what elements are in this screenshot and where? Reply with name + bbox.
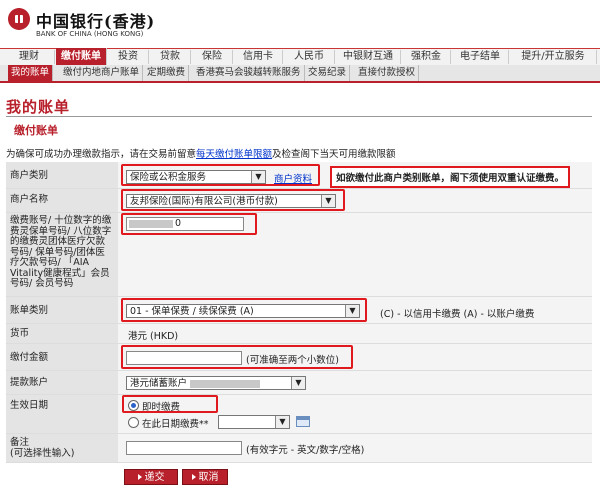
nav-tab-mpf[interactable]: 强积金 (402, 50, 451, 64)
nav-tab-loans[interactable]: 贷款 (150, 50, 191, 64)
label-remarks: 备注 (可选择性输入) (6, 434, 118, 462)
title-divider (6, 116, 592, 117)
highlight-box (121, 298, 367, 322)
row-debit-account: 提款账户 港元储蓄账户 ▼ (6, 371, 592, 395)
nav-tab-insurance[interactable]: 保险 (192, 50, 233, 64)
highlight-box (121, 345, 353, 369)
bill-payment-form: 商户类别 保险或公积金服务 ▼ 商户资料 如欲缴付此商户类别账单，阁下须使用双重认… (6, 162, 592, 500)
limit-notice: 为确保可成功办理缴款指示，请在交易前留意每天缴付账单限额及检查阁下当天可用缴款限… (6, 149, 396, 160)
logo-english-name: BANK OF CHINA (HONG KONG) (36, 30, 144, 38)
header: 中国银行(香港) BANK OF CHINA (HONG KONG) (0, 0, 600, 46)
arrow-right-icon (137, 474, 142, 480)
bank-logo[interactable]: 中国银行(香港) BANK OF CHINA (HONG KONG) (8, 6, 154, 44)
date-select[interactable]: ▼ (218, 415, 290, 429)
row-merchant-name: 商户名称 友邦保险(国际)有限公司(港币付款) ▼ (6, 189, 592, 213)
subnav-transaction-record[interactable]: 交易纪录 (305, 65, 351, 81)
currency-value: 港元 (HKD) (128, 331, 179, 342)
section-title: 缴付账单 (14, 124, 58, 137)
subnav-jockey-club-transfer[interactable]: 香港赛马会骏越转账服务 (193, 65, 305, 81)
cancel-button[interactable]: 取消 (182, 469, 228, 485)
bill-type-legend: (C) - 以信用卡缴费 (A) - 以账户缴费 (380, 309, 535, 320)
nav-tab-wealth-connect[interactable]: 中银财互通 (336, 50, 401, 64)
page-title: 我的账单 (6, 98, 71, 116)
highlight-box (121, 189, 345, 211)
label-effective-date: 生效日期 (6, 395, 118, 433)
nav-tab-wealth[interactable]: 理财 (4, 50, 55, 64)
remarks-hint: (有效字元 - 英文/数字/空格) (246, 445, 365, 456)
arrow-right-icon (191, 474, 196, 480)
subnav-mainland-bills[interactable]: 缴付内地商户账单 (60, 65, 144, 81)
calendar-icon[interactable] (296, 416, 310, 427)
nav-tab-rmb[interactable]: 人民币 (284, 50, 335, 64)
row-effective-date: 生效日期 即时缴费 在此日期缴费** ▼ (6, 395, 592, 434)
sub-nav: 我的账单 缴付内地商户账单 定期缴费 香港赛马会骏越转账服务 交易纪录 直接付款… (0, 65, 600, 83)
nav-tab-investment[interactable]: 投资 (108, 50, 149, 64)
row-bill-type: 账单类别 01 - 保单保费 / 续保保费 (A) ▼ (C) - 以信用卡缴费 … (6, 297, 592, 324)
main-nav: 理财 缴付账单 投资 贷款 保险 信用卡 人民币 中银财互通 强积金 电子结单 … (0, 48, 600, 65)
label-debit-account: 提款账户 (6, 371, 118, 394)
submit-button[interactable]: 递交 (124, 469, 178, 485)
logo-chinese-name: 中国银行(香港) (36, 12, 156, 31)
nav-tab-upgrade-services[interactable]: 提升/开立服务 (510, 50, 597, 64)
nav-tab-e-statement[interactable]: 电子结单 (452, 50, 509, 64)
daily-limit-link[interactable]: 每天缴付账单限额 (196, 149, 272, 160)
masked-value (190, 379, 261, 388)
debit-account-select[interactable]: 港元储蓄账户 ▼ (126, 376, 306, 390)
two-factor-warning: 如欲缴付此商户类别账单，阁下须使用双重认证缴费。 (330, 166, 571, 188)
row-amount: 缴付金额 (可准确至两个小数位) (6, 344, 592, 371)
highlight-box (122, 395, 218, 413)
row-remarks: 备注 (可选择性输入) (有效字元 - 英文/数字/空格) (6, 434, 592, 463)
subnav-direct-debit[interactable]: 直接付款授权 (355, 65, 420, 81)
highlight-box (121, 164, 320, 186)
label-merchant-type: 商户类别 (6, 162, 118, 188)
label-currency: 货币 (6, 324, 118, 343)
pay-on-date-label: 在此日期缴费** (142, 419, 209, 430)
chevron-down-icon: ▼ (275, 416, 289, 428)
row-account-number: 缴费账号/ 十位数字的缴费灵保单号码/ 八位数字的缴费灵团体医疗欠款号码/ 保单… (6, 213, 592, 297)
chevron-down-icon: ▼ (291, 377, 305, 389)
subnav-my-bills[interactable]: 我的账单 (8, 65, 54, 81)
label-account-number: 缴费账号/ 十位数字的缴费灵保单号码/ 八位数字的缴费灵团体医疗欠款号码/ 保单… (6, 213, 118, 296)
remarks-input[interactable] (126, 441, 242, 455)
row-merchant-type: 商户类别 保险或公积金服务 ▼ 商户资料 如欲缴付此商户类别账单，阁下须使用双重认… (6, 162, 592, 189)
label-amount: 缴付金额 (6, 344, 118, 370)
boc-logo-icon (8, 8, 30, 30)
nav-tab-bill-payment[interactable]: 缴付账单 (56, 48, 107, 65)
highlight-box (121, 213, 257, 235)
label-merchant-name: 商户名称 (6, 189, 118, 212)
radio-pay-on-date[interactable] (128, 417, 139, 428)
subnav-scheduled-payment[interactable]: 定期缴费 (144, 65, 190, 81)
row-currency: 货币 港元 (HKD) (6, 324, 592, 344)
nav-tab-credit-card[interactable]: 信用卡 (234, 50, 283, 64)
label-bill-type: 账单类别 (6, 297, 118, 323)
